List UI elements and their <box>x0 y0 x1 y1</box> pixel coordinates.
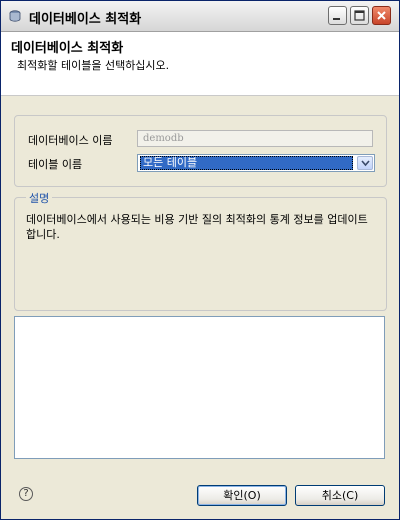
database-name-field: demodb <box>137 130 373 147</box>
minimize-icon <box>333 18 340 20</box>
description-title: 설명 <box>26 190 53 206</box>
message-area[interactable] <box>14 316 385 459</box>
combo-dropdown-button[interactable] <box>357 156 373 170</box>
table-name-label: 테이블 이름 <box>28 158 83 171</box>
header-subtitle: 최적화할 테이블을 선택하십시오. <box>17 59 170 72</box>
cancel-button[interactable]: 취소(C) <box>295 485 385 506</box>
dialog-window: 데이터베이스 최적화 데이터베이스 최적화 최적화할 테이블을 선택하십시오. … <box>0 0 400 520</box>
chevron-down-icon <box>361 160 370 167</box>
minimize-button[interactable] <box>328 6 347 25</box>
database-info-group: 데이터베이스 이름 demodb 테이블 이름 모든 테이블 <box>14 115 387 187</box>
close-button[interactable] <box>372 6 391 25</box>
table-name-combo[interactable]: 모든 테이블 <box>137 154 375 172</box>
close-icon <box>377 11 386 20</box>
description-group: 설명 데이터베이스에서 사용되는 비용 기반 질의 최적화의 통계 정보를 업데… <box>14 190 387 311</box>
header-title: 데이터베이스 최적화 <box>11 41 124 56</box>
database-name-label: 데이터베이스 이름 <box>28 134 113 147</box>
ok-button[interactable]: 확인(O) <box>197 485 287 506</box>
maximize-button[interactable] <box>350 6 369 25</box>
title-bar[interactable]: 데이터베이스 최적화 <box>1 1 399 32</box>
description-text: 데이터베이스에서 사용되는 비용 기반 질의 최적화의 통계 정보를 업데이트합… <box>26 213 368 241</box>
help-icon[interactable]: ? <box>19 487 33 501</box>
window-title: 데이터베이스 최적화 <box>29 12 142 27</box>
app-icon <box>9 10 21 22</box>
maximize-icon <box>354 10 365 21</box>
dialog-header: 데이터베이스 최적화 최적화할 테이블을 선택하십시오. <box>1 32 399 96</box>
table-name-selected: 모든 테이블 <box>140 156 353 170</box>
